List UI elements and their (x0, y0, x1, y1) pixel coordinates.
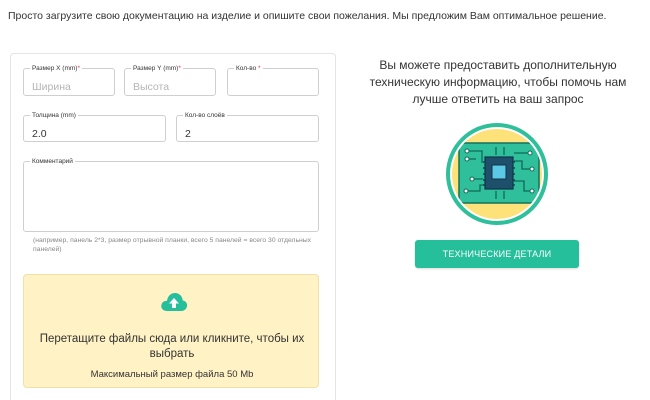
thickness-label: Толщина (mm) (30, 111, 78, 120)
quantity-field[interactable]: Кол-во * (227, 64, 319, 96)
file-dropzone[interactable]: Перетащите файлы сюда или кликните, чтоб… (23, 274, 319, 388)
size-y-field[interactable]: Размер Y (mm)* (124, 64, 216, 96)
size-x-label: Размер X (mm)* (30, 64, 82, 73)
technical-details-button[interactable]: ТЕХНИЧЕСКИЕ ДЕТАЛИ (415, 240, 579, 268)
layers-input[interactable] (185, 126, 312, 142)
quantity-input[interactable] (236, 79, 312, 95)
dropzone-text: Перетащите файлы сюда или кликните, чтоб… (39, 333, 305, 360)
info-text: Вы можете предоставить дополнительную те… (369, 58, 627, 106)
max-file-size: Максимальный размер файла 50 Mb (90, 369, 254, 380)
size-y-input[interactable] (133, 79, 209, 95)
request-form: Размер X (mm)* Размер Y (mm)* Кол-во * Т… (10, 53, 336, 400)
size-y-label: Размер Y (mm)* (131, 64, 183, 73)
thickness-field[interactable]: Толщина (mm) (23, 111, 166, 142)
quantity-label: Кол-во * (234, 64, 263, 73)
comment-hint: (например, панель 2*3, размер отрывной п… (33, 237, 312, 253)
size-x-input[interactable] (32, 79, 108, 95)
size-x-field[interactable]: Размер X (mm)* (23, 64, 115, 96)
comment-label: Комментарий (30, 157, 75, 166)
comment-field[interactable]: Комментарий (23, 157, 319, 232)
layers-field[interactable]: Кол-во слоёв (176, 111, 319, 142)
thickness-input[interactable] (32, 126, 159, 142)
intro-text: Просто загрузите свою документацию на из… (8, 10, 607, 22)
comment-textarea[interactable] (32, 172, 312, 227)
circuit-board-icon (446, 123, 548, 225)
layers-label: Кол-во слоёв (183, 111, 227, 120)
cloud-upload-icon (161, 293, 188, 311)
